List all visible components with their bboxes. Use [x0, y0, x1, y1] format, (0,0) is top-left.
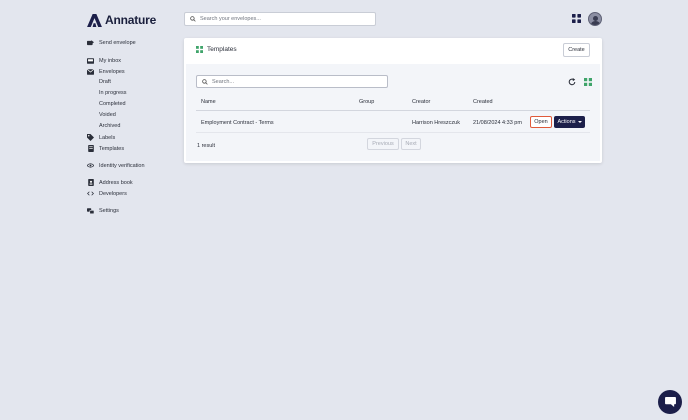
settings-icon [87, 207, 94, 214]
code-icon [87, 190, 94, 197]
tag-icon [87, 134, 94, 141]
column-header-created[interactable]: Created [473, 99, 493, 105]
sidebar-item-label: Developers [99, 190, 127, 197]
sidebar-item-labels[interactable]: Labels [87, 134, 115, 141]
template-grid-icon [196, 46, 203, 53]
chat-icon [664, 397, 676, 407]
annature-logo-icon [87, 13, 102, 27]
sidebar-item-developers[interactable]: Developers [87, 190, 127, 197]
templates-list: Name Group Creator Created Employment Co… [186, 64, 600, 161]
add-template-icon[interactable] [584, 78, 592, 86]
sidebar-subitem-draft[interactable]: Draft [99, 79, 111, 85]
sidebar-item-settings[interactable]: Settings [87, 207, 119, 214]
open-button[interactable]: Open [530, 116, 552, 128]
column-header-group[interactable]: Group [359, 99, 374, 105]
sidebar-item-label: Settings [99, 207, 119, 214]
envelope-search-input[interactable] [200, 16, 370, 22]
sidebar-item-address-book[interactable]: Address book [87, 179, 133, 186]
sidebar-item-label: Send envelope [99, 39, 136, 46]
sidebar-item-send-envelope[interactable]: Send envelope [87, 39, 136, 46]
result-count: 1 result [197, 143, 216, 149]
header-divider [196, 110, 590, 111]
brand-name: Annature [105, 13, 157, 27]
row-creator: Harrison Hreszczuk [412, 120, 460, 126]
envelopes-icon [87, 68, 94, 75]
envelope-search-box[interactable] [184, 12, 376, 26]
actions-button[interactable]: Actions [554, 116, 585, 128]
template-search-input[interactable] [212, 78, 387, 85]
inbox-icon [87, 57, 94, 64]
sidebar-item-templates[interactable]: Templates [87, 145, 124, 152]
sidebar-item-label: Templates [99, 145, 125, 152]
column-header-creator[interactable]: Creator [412, 99, 430, 105]
send-envelope-icon [87, 39, 94, 46]
sidebar-item-label: Labels [99, 134, 116, 141]
create-button[interactable]: Create [563, 43, 590, 57]
previous-button[interactable]: Previous [367, 138, 399, 150]
search-icon [190, 16, 196, 22]
sidebar-item-my-inbox[interactable]: My inbox [87, 57, 121, 64]
sidebar-subitem-in-progress[interactable]: In progress [99, 90, 127, 96]
column-header-name[interactable]: Name [201, 99, 216, 105]
sidebar-item-label: Identity verification [99, 162, 145, 169]
sidebar-item-label: My inbox [99, 57, 122, 64]
actions-label: Actions [557, 119, 576, 125]
grid-icon[interactable] [572, 14, 581, 23]
user-avatar[interactable] [588, 12, 602, 26]
caret-down-icon [577, 121, 582, 123]
templates-icon [87, 145, 94, 152]
template-search-box[interactable] [196, 75, 388, 88]
row-created: 21/08/2024 4:33 pm [473, 120, 522, 126]
next-button[interactable]: Next [401, 138, 421, 150]
brand-logo[interactable]: Annature [87, 13, 156, 27]
sidebar-item-identity-verification[interactable]: Identity verification [87, 162, 145, 169]
sidebar-item-label: Envelopes [99, 68, 125, 75]
eye-icon [87, 162, 94, 169]
panel-title-text: Templates [207, 46, 237, 53]
row-divider [196, 132, 590, 133]
sidebar-subitem-archived[interactable]: Archived [99, 123, 120, 129]
sidebar-subitem-voided[interactable]: Voided [99, 112, 116, 118]
address-book-icon [87, 179, 94, 186]
sidebar-item-label: Address book [99, 179, 133, 186]
panel-title: Templates [196, 46, 237, 53]
chat-support-button[interactable] [658, 390, 682, 414]
refresh-icon[interactable] [568, 78, 576, 86]
row-name[interactable]: Employment Contract - Terms [201, 120, 274, 126]
search-icon [202, 78, 208, 85]
sidebar-subitem-completed[interactable]: Completed [99, 101, 126, 107]
templates-panel: Templates Create Name Group Creator Crea… [184, 38, 602, 163]
sidebar-item-envelopes[interactable]: Envelopes [87, 68, 125, 75]
